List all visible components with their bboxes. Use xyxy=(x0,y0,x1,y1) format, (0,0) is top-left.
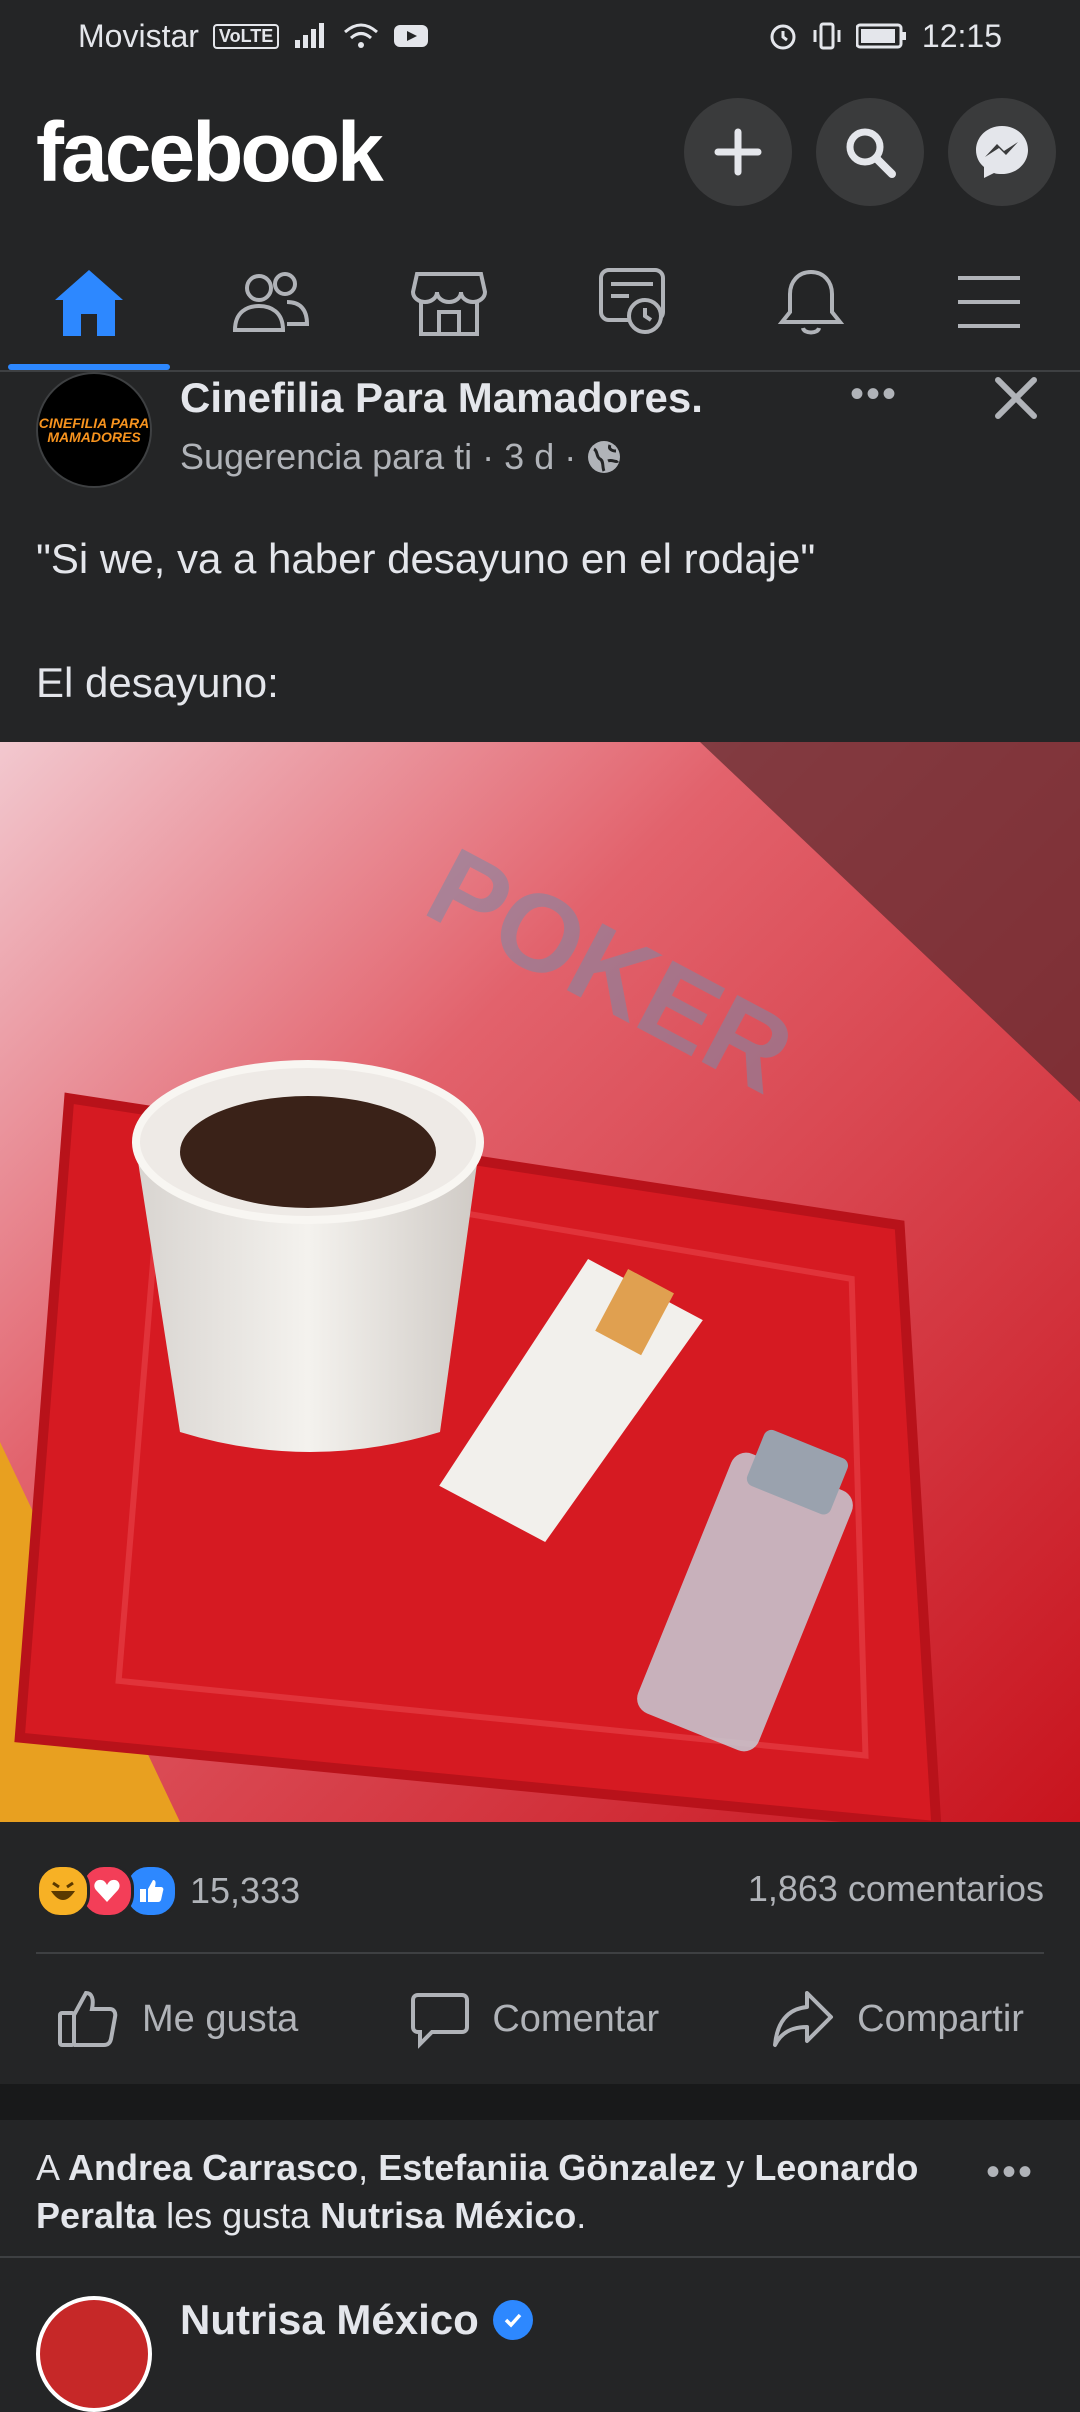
nav-bar xyxy=(0,232,1080,372)
haha-reaction-icon xyxy=(36,1864,90,1918)
context-prefix: A xyxy=(36,2147,69,2188)
context-middle: les gusta xyxy=(156,2195,321,2236)
friends-icon xyxy=(232,272,310,332)
status-bar: Movistar VoLTE 12:15 xyxy=(0,0,1080,72)
page-avatar[interactable]: CINEFILIA PARA MAMADORES xyxy=(36,372,152,488)
hide-post-button[interactable] xyxy=(990,372,1042,429)
comments-count[interactable]: 1,863 comentarios xyxy=(748,1868,1044,1910)
search-button[interactable] xyxy=(816,98,924,206)
reactions-summary[interactable]: 15,333 1,863 comentarios xyxy=(0,1822,1080,1952)
like-label: Me gusta xyxy=(142,1997,299,2040)
like-button[interactable]: Me gusta xyxy=(56,1989,298,2049)
next-post-more-button[interactable]: ••• xyxy=(986,2150,1034,2195)
messenger-icon xyxy=(976,126,1028,178)
comment-label: Comentar xyxy=(492,1997,660,2040)
clock: 12:15 xyxy=(921,17,1002,54)
create-button[interactable] xyxy=(684,98,792,206)
post-photo[interactable]: POKER xyxy=(0,742,1080,1822)
next-page-avatar[interactable] xyxy=(36,2296,152,2412)
close-icon xyxy=(995,377,1037,419)
globe-icon xyxy=(588,441,621,473)
next-page-name-text: Nutrisa México xyxy=(180,2296,479,2343)
next-page-name[interactable]: Nutrisa México xyxy=(180,2296,533,2344)
feed-separator xyxy=(0,2084,1080,2120)
home-icon xyxy=(55,270,123,336)
friend-link-2[interactable]: Estefaniia Gönzalez xyxy=(378,2147,716,2188)
post-text-line-1: "Si we, va a haber desayuno en el rodaje… xyxy=(36,535,816,582)
search-icon xyxy=(846,128,896,178)
social-context: A Andrea Carrasco, Estefaniia Gönzalez y… xyxy=(36,2144,966,2240)
context-separator-2: y xyxy=(716,2147,755,2188)
watch-icon xyxy=(599,268,665,334)
context-separator-1: , xyxy=(358,2147,379,2188)
friend-link-1[interactable]: Andrea Carrasco xyxy=(68,2147,358,2188)
post-meta: Sugerencia para ti · 3 d · xyxy=(180,436,622,478)
app-header: facebook xyxy=(0,72,1080,232)
context-end: . xyxy=(576,2195,587,2236)
signal-icon xyxy=(295,23,325,48)
tab-friends[interactable] xyxy=(186,232,356,372)
tab-notifications[interactable] xyxy=(726,232,896,372)
post-header: CINEFILIA PARA MAMADORES Cinefilia Para … xyxy=(0,372,1080,512)
bell-icon xyxy=(777,269,845,335)
divider xyxy=(0,2256,1080,2258)
tab-marketplace[interactable] xyxy=(364,232,534,372)
menu-icon xyxy=(958,276,1020,328)
wifi-icon xyxy=(344,23,379,48)
avatar-text-1: CINEFILIA PARA xyxy=(38,415,150,431)
vibrate-icon xyxy=(813,22,841,50)
comment-icon xyxy=(411,1993,470,2049)
tab-menu[interactable] xyxy=(904,232,1074,372)
marketplace-icon xyxy=(411,272,487,336)
carrier-label: Movistar xyxy=(78,17,199,54)
avatar-text-2: MAMADORES xyxy=(47,429,141,445)
thumbs-up-icon xyxy=(58,1990,118,2047)
post-actions: Me gusta Comentar Compartir xyxy=(0,1954,1080,2084)
alarm-icon xyxy=(770,24,796,50)
share-button[interactable]: Compartir xyxy=(771,1989,1024,2049)
tab-home[interactable] xyxy=(4,232,174,372)
share-icon xyxy=(773,1991,834,2047)
reaction-count: 15,333 xyxy=(190,1870,301,1911)
post-text: "Si we, va a haber desayuno en el rodaje… xyxy=(36,528,1036,714)
messenger-button[interactable] xyxy=(948,98,1056,206)
facebook-logo[interactable]: facebook xyxy=(36,104,384,201)
tab-watch[interactable] xyxy=(548,232,718,372)
youtube-icon xyxy=(394,25,429,47)
breakfast-photo: POKER xyxy=(0,742,1080,1822)
share-label: Compartir xyxy=(857,1997,1024,2040)
battery-icon xyxy=(855,23,906,49)
comment-button[interactable]: Comentar xyxy=(410,1989,659,2049)
volte-badge: VoLTE xyxy=(212,23,280,49)
post-text-line-2: El desayuno: xyxy=(36,659,279,706)
liked-page-link[interactable]: Nutrisa México xyxy=(320,2195,576,2236)
post-meta-text: Sugerencia para ti · 3 d · xyxy=(180,436,577,477)
post-more-button[interactable]: ••• xyxy=(850,372,898,417)
active-tab-indicator xyxy=(8,364,170,370)
plus-icon xyxy=(714,128,762,176)
page-name-link[interactable]: Cinefilia Para Mamadores. xyxy=(180,374,703,422)
verified-badge-icon xyxy=(492,2300,533,2340)
